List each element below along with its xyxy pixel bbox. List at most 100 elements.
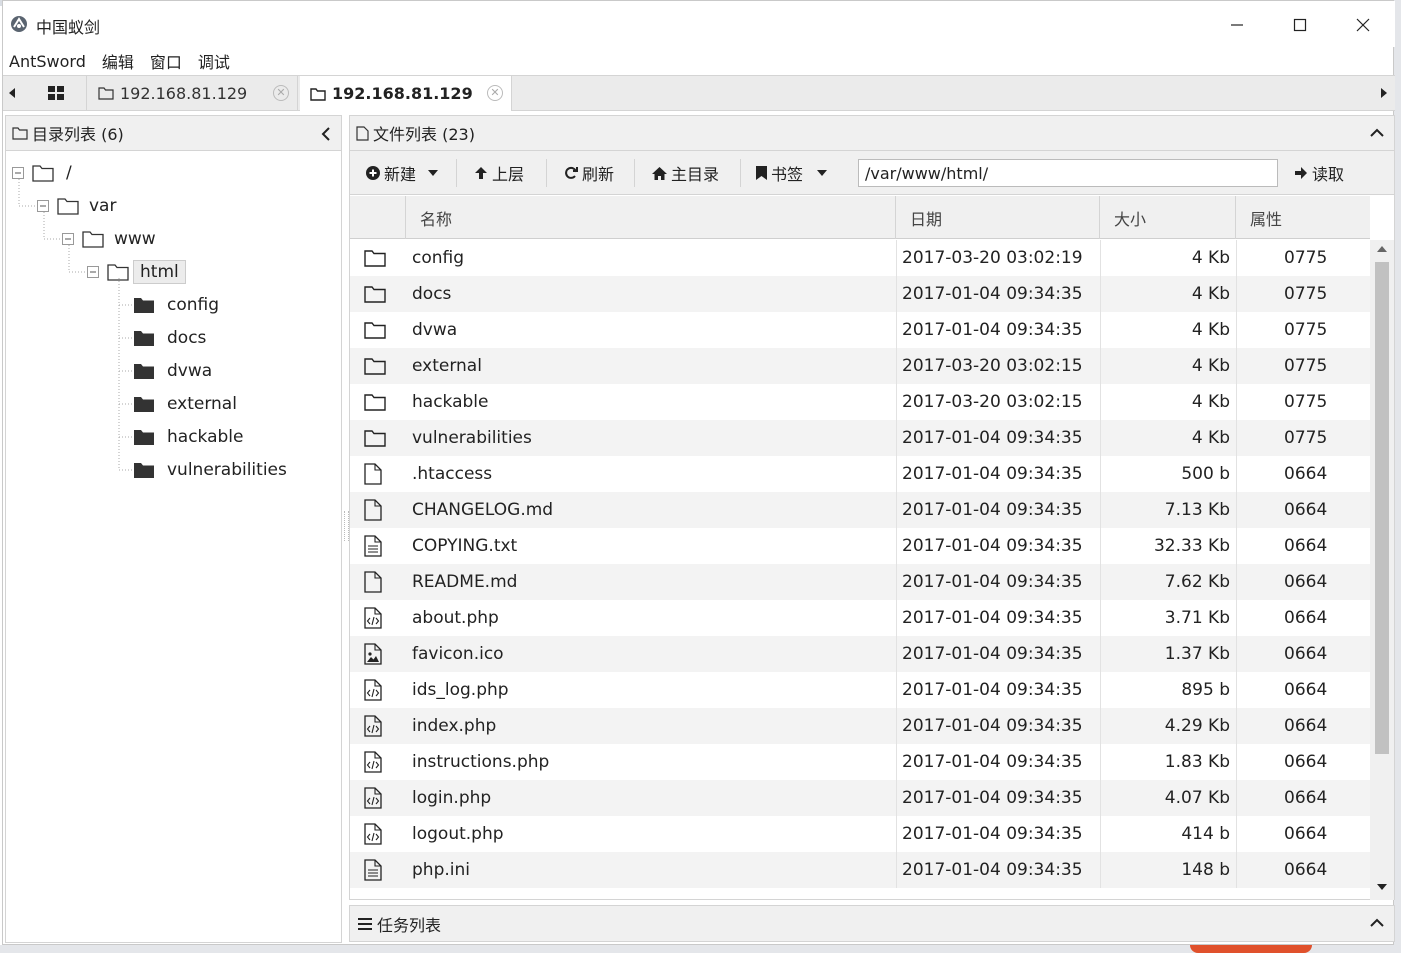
collapse-toggle-icon[interactable] <box>87 266 99 278</box>
collapse-left-icon[interactable] <box>321 127 331 141</box>
close-button[interactable] <box>1334 7 1392 43</box>
file-attr: 0775 <box>1284 356 1328 376</box>
home-button[interactable]: 主目录 <box>652 159 719 187</box>
file-date: 2017-03-20 03:02:19 <box>902 248 1083 268</box>
tree-node-var[interactable]: var <box>37 192 116 220</box>
file-icon <box>364 564 392 600</box>
scroll-down-icon[interactable] <box>1377 884 1387 890</box>
menu-edit[interactable]: 编辑 <box>102 49 134 73</box>
column-header-date[interactable]: 日期 <box>896 196 1100 239</box>
new-button[interactable]: 新建 <box>366 159 439 187</box>
scroll-up-icon[interactable] <box>1377 246 1387 252</box>
collapse-toggle-icon[interactable] <box>62 233 74 245</box>
file-size: 4 Kb <box>1191 320 1230 340</box>
file-row[interactable]: favicon.ico 2017-01-04 09:34:35 1.37 Kb 066… <box>350 636 1370 672</box>
tree-node-hackable[interactable]: hackable <box>133 423 243 451</box>
folder-icon <box>310 87 326 101</box>
tree-node-vulnerabilities[interactable]: vulnerabilities <box>133 456 287 484</box>
column-header-size[interactable]: 大小 <box>1100 196 1236 239</box>
column-header-name[interactable]: 名称 <box>406 196 896 239</box>
file-attr: 0664 <box>1284 572 1328 592</box>
file-date: 2017-03-20 03:02:15 <box>902 356 1083 376</box>
tree-node-external[interactable]: external <box>133 390 237 418</box>
collapse-toggle-icon[interactable] <box>37 200 49 212</box>
read-button[interactable]: 读取 <box>1294 159 1344 187</box>
menu-debug[interactable]: 调试 <box>198 49 230 73</box>
bookmark-button[interactable]: 书签 <box>756 159 828 187</box>
tree-node-dvwa[interactable]: dvwa <box>133 357 212 385</box>
tab-bar: 192.168.81.129 ✕ 192.168.81.129 ✕ <box>3 75 1395 111</box>
file-date: 2017-01-04 09:34:35 <box>902 428 1083 448</box>
menu-antsword[interactable]: AntSword <box>9 52 86 71</box>
file-row[interactable]: index.php 2017-01-04 09:34:35 4.29 Kb 0664 <box>350 708 1370 744</box>
file-row[interactable]: instructions.php 2017-01-04 09:34:35 1.83 … <box>350 744 1370 780</box>
file-row[interactable]: vulnerabilities 2017-01-04 09:34:35 4 Kb 07… <box>350 420 1370 456</box>
tab-close-button[interactable]: ✕ <box>273 85 289 101</box>
file-row[interactable]: hackable 2017-03-20 03:02:15 4 Kb 0775 <box>350 384 1370 420</box>
code-file-icon <box>364 708 392 744</box>
folder-icon <box>364 240 392 276</box>
tree-node-config[interactable]: config <box>133 291 219 319</box>
folder-icon <box>364 276 392 312</box>
tree-node-docs[interactable]: docs <box>133 324 206 352</box>
file-row[interactable]: COPYING.txt 2017-01-04 09:34:35 32.33 Kb 06… <box>350 528 1370 564</box>
file-row[interactable]: ids_log.php 2017-01-04 09:34:35 895 b 0664 <box>350 672 1370 708</box>
file-grid-scrollbar[interactable] <box>1370 240 1394 900</box>
file-name: vulnerabilities <box>412 428 532 448</box>
tree-node-label: var <box>89 196 117 216</box>
file-panel-header: 文件列表 (23) <box>350 116 1394 151</box>
scrollbar-thumb[interactable] <box>1375 262 1389 754</box>
tree-node-html[interactable]: html <box>87 258 186 286</box>
tree-node-label: docs <box>167 328 207 348</box>
expand-up-icon[interactable] <box>1370 918 1384 928</box>
column-header-attr[interactable]: 属性 <box>1236 196 1370 239</box>
text-file-icon <box>364 852 392 888</box>
file-icon <box>364 456 392 492</box>
file-row[interactable]: php.ini 2017-01-04 09:34:35 148 b 0664 <box>350 852 1370 888</box>
file-row[interactable]: about.php 2017-01-04 09:34:35 3.71 Kb 0664 <box>350 600 1370 636</box>
tab-close-button[interactable]: ✕ <box>487 85 503 101</box>
refresh-button[interactable]: 刷新 <box>564 159 614 187</box>
file-size: 1.83 Kb <box>1164 752 1230 772</box>
tab-home[interactable] <box>25 76 87 110</box>
collapse-up-icon[interactable] <box>1370 128 1384 138</box>
path-input[interactable] <box>858 159 1278 187</box>
file-row[interactable]: external 2017-03-20 03:02:15 4 Kb 0775 <box>350 348 1370 384</box>
file-row[interactable]: CHANGELOG.md 2017-01-04 09:34:35 7.13 Kb 06… <box>350 492 1370 528</box>
up-button[interactable]: 上层 <box>474 159 524 187</box>
file-size: 4 Kb <box>1191 356 1230 376</box>
menu-window[interactable]: 窗口 <box>150 49 182 73</box>
file-icon <box>356 125 369 141</box>
file-row[interactable]: login.php 2017-01-04 09:34:35 4.07 Kb 0664 <box>350 780 1370 816</box>
file-row[interactable]: README.md 2017-01-04 09:34:35 7.62 Kb 0664 <box>350 564 1370 600</box>
file-row[interactable]: docs 2017-01-04 09:34:35 4 Kb 0775 <box>350 276 1370 312</box>
file-row[interactable]: dvwa 2017-01-04 09:34:35 4 Kb 0775 <box>350 312 1370 348</box>
file-toolbar: 新建 上层 刷新 主目录 书签 /var/www/html/ 读取 <box>350 151 1394 195</box>
file-attr: 0664 <box>1284 464 1328 484</box>
file-row[interactable]: .htaccess 2017-01-04 09:34:35 500 b 0664 <box>350 456 1370 492</box>
file-row[interactable]: config 2017-03-20 03:02:19 4 Kb 0775 <box>350 240 1370 276</box>
file-attr: 0664 <box>1284 860 1328 880</box>
collapse-toggle-icon[interactable] <box>12 167 24 179</box>
file-size: 4.07 Kb <box>1164 788 1230 808</box>
file-attr: 0664 <box>1284 752 1328 772</box>
file-row[interactable]: logout.php 2017-01-04 09:34:35 414 b 0664 <box>350 816 1370 852</box>
folder-icon <box>133 329 155 347</box>
tree-node-root[interactable]: / <box>12 159 72 187</box>
tree-node-www[interactable]: www <box>62 225 156 253</box>
file-attr: 0775 <box>1284 320 1328 340</box>
file-size: 4 Kb <box>1191 428 1230 448</box>
title-bar: 中国蚁剑 <box>3 1 1395 47</box>
file-date: 2017-01-04 09:34:35 <box>902 788 1083 808</box>
tab-shell-2[interactable]: 192.168.81.129 ✕ <box>300 76 512 111</box>
maximize-button[interactable] <box>1271 7 1329 43</box>
minimize-button[interactable] <box>1208 7 1266 43</box>
tab-shell-1[interactable]: 192.168.81.129 ✕ <box>88 76 298 110</box>
task-panel-title: 任务列表 <box>377 915 442 935</box>
tab-label: 192.168.81.129 <box>332 84 473 103</box>
folder-icon <box>364 420 392 456</box>
tab-scroll-left-button[interactable] <box>3 76 23 110</box>
tab-scroll-right-button[interactable] <box>1373 76 1393 110</box>
file-name: about.php <box>412 608 499 628</box>
antsword-logo-icon <box>10 15 28 33</box>
